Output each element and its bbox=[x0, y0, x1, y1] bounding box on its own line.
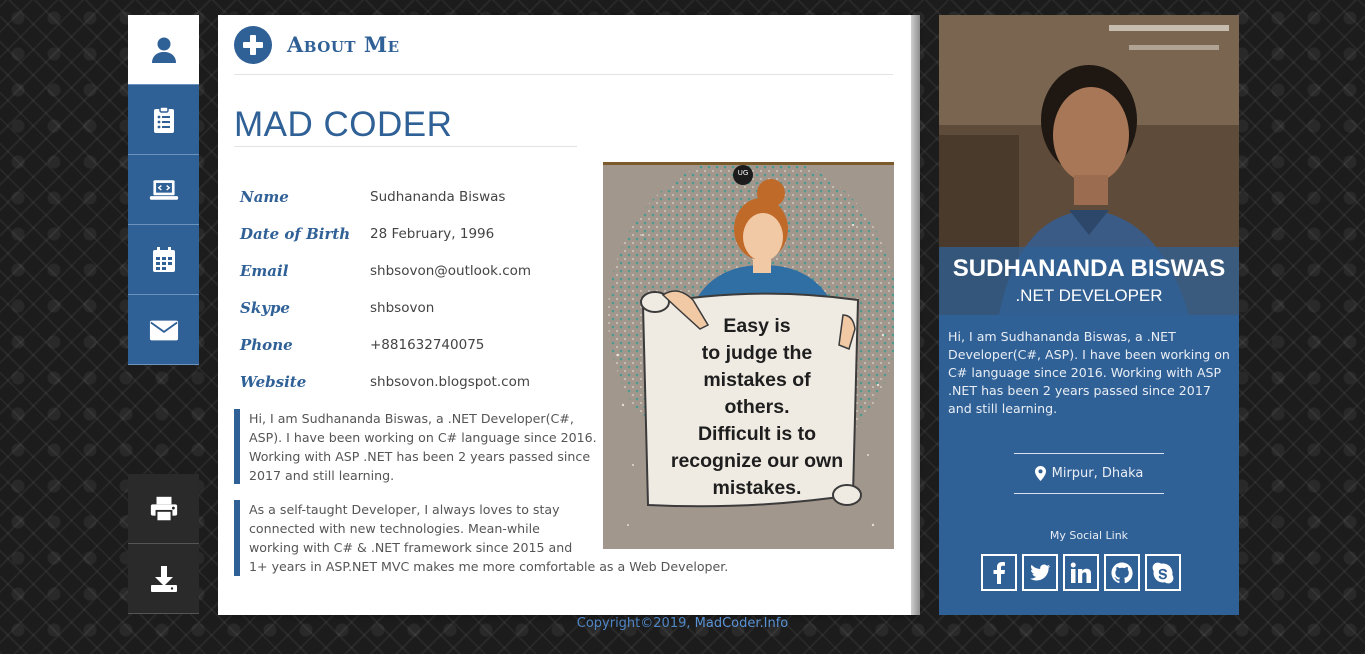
info-row-skype: Skype shbsovon bbox=[240, 289, 580, 326]
side-actions bbox=[128, 474, 199, 614]
print-icon bbox=[150, 496, 177, 522]
twitter-link[interactable] bbox=[1022, 554, 1058, 591]
side-nav bbox=[128, 15, 199, 365]
info-row-website: Website shbsovon.blogspot.com bbox=[240, 363, 580, 400]
skype-link[interactable] bbox=[1145, 554, 1181, 591]
nav-about[interactable] bbox=[128, 15, 199, 85]
copyright-text: Copyright©2019, bbox=[576, 616, 691, 631]
section-header: About Me bbox=[234, 26, 893, 75]
quote-line: connected with new technologies. Mean-wh… bbox=[249, 521, 540, 536]
intro-quote: Hi, I am Sudhananda Biswas, a .NET Devel… bbox=[234, 409, 599, 484]
site-link[interactable]: MadCoder.Info bbox=[695, 616, 789, 631]
quote-line: 1+ years in ASP.NET MVC makes me more co… bbox=[249, 559, 729, 574]
meme-line: Difficult is to bbox=[697, 423, 817, 445]
meme-image: UG Easy is to judge the mistakes of othe… bbox=[603, 162, 894, 549]
info-value[interactable]: shbsovon.blogspot.com bbox=[370, 374, 530, 390]
location-text: Mirpur, Dhaka bbox=[1051, 466, 1144, 481]
linkedin-icon bbox=[1070, 562, 1091, 583]
nav-calendar[interactable] bbox=[128, 225, 199, 295]
linkedin-link[interactable] bbox=[1063, 554, 1099, 591]
info-value[interactable]: shbsovon@outlook.com bbox=[370, 263, 531, 279]
calendar-icon bbox=[152, 246, 175, 272]
location: Mirpur, Dhaka bbox=[1014, 453, 1164, 494]
meme-badge: UG bbox=[737, 169, 749, 177]
section-title: About Me bbox=[287, 32, 400, 57]
social-label: My Social Link bbox=[1049, 529, 1129, 542]
info-row-dob: Date of Birth 28 February, 1996 bbox=[240, 215, 580, 252]
nav-portfolio[interactable] bbox=[128, 155, 199, 225]
profile-card: SUDHANANDA BISWAS .NET DEVELOPER Hi, I a… bbox=[939, 15, 1239, 615]
user-icon bbox=[151, 37, 176, 63]
download-icon bbox=[150, 565, 177, 592]
profile-bio: Hi, I am Sudhananda Biswas, a .NET Devel… bbox=[948, 329, 1230, 416]
page-title: MAD CODER bbox=[234, 105, 453, 144]
footer-copyright: Copyright©2019, MadCoder.Info bbox=[0, 616, 1365, 631]
quote-line: As a self-taught Developer, I always lov… bbox=[249, 502, 560, 517]
meme-line: to judge the bbox=[701, 342, 813, 364]
github-link[interactable] bbox=[1104, 554, 1140, 591]
info-key: Email bbox=[240, 261, 289, 280]
info-row-name: Name Sudhananda Biswas bbox=[240, 178, 580, 215]
meme-line: others. bbox=[724, 396, 790, 418]
info-key: Name bbox=[240, 187, 289, 206]
info-key: Phone bbox=[240, 335, 293, 354]
about-panel: About Me MAD CODER Name Sudhananda Biswa… bbox=[218, 15, 920, 615]
info-key: Date of Birth bbox=[240, 224, 351, 243]
nav-resume[interactable] bbox=[128, 85, 199, 155]
info-key: Website bbox=[240, 372, 307, 391]
nav-contact[interactable] bbox=[128, 295, 199, 365]
self-taught-quote: As a self-taught Developer, I always lov… bbox=[234, 500, 729, 576]
github-icon bbox=[1111, 562, 1133, 583]
plus-circle-icon bbox=[234, 26, 272, 64]
meme-line: mistakes of bbox=[703, 369, 811, 391]
info-value: shbsovon bbox=[370, 299, 435, 316]
meme-line: recognize our own bbox=[670, 450, 844, 472]
facebook-icon bbox=[993, 561, 1005, 584]
quote-line: working with C# & .NET framework since 2… bbox=[249, 540, 573, 555]
info-row-email: Email shbsovon@outlook.com bbox=[240, 252, 580, 289]
meme-caption: Easy is to judge the mistakes of others.… bbox=[661, 313, 853, 502]
skype-icon bbox=[1152, 562, 1174, 583]
download-button[interactable] bbox=[128, 544, 199, 614]
info-table: Name Sudhananda Biswas Date of Birth 28 … bbox=[240, 178, 580, 400]
clipboard-list-icon bbox=[153, 105, 174, 133]
info-row-phone: Phone +881632740075 bbox=[240, 326, 580, 363]
twitter-icon bbox=[1030, 564, 1051, 580]
meme-line: Easy is bbox=[723, 315, 791, 337]
social-links bbox=[981, 554, 1181, 591]
map-marker-icon bbox=[1034, 466, 1046, 481]
info-value: Sudhananda Biswas bbox=[370, 188, 506, 205]
meme-line: mistakes. bbox=[712, 477, 802, 499]
profile-name: SUDHANANDA BISWAS bbox=[952, 255, 1226, 282]
laptop-code-icon bbox=[149, 179, 178, 200]
info-value: 28 February, 1996 bbox=[370, 225, 495, 242]
title-divider bbox=[234, 146, 577, 147]
info-value: +881632740075 bbox=[370, 336, 485, 353]
print-button[interactable] bbox=[128, 474, 199, 544]
profile-role: .NET DEVELOPER bbox=[1015, 286, 1163, 305]
facebook-link[interactable] bbox=[981, 554, 1017, 591]
envelope-icon bbox=[149, 320, 178, 340]
info-key: Skype bbox=[240, 298, 290, 317]
